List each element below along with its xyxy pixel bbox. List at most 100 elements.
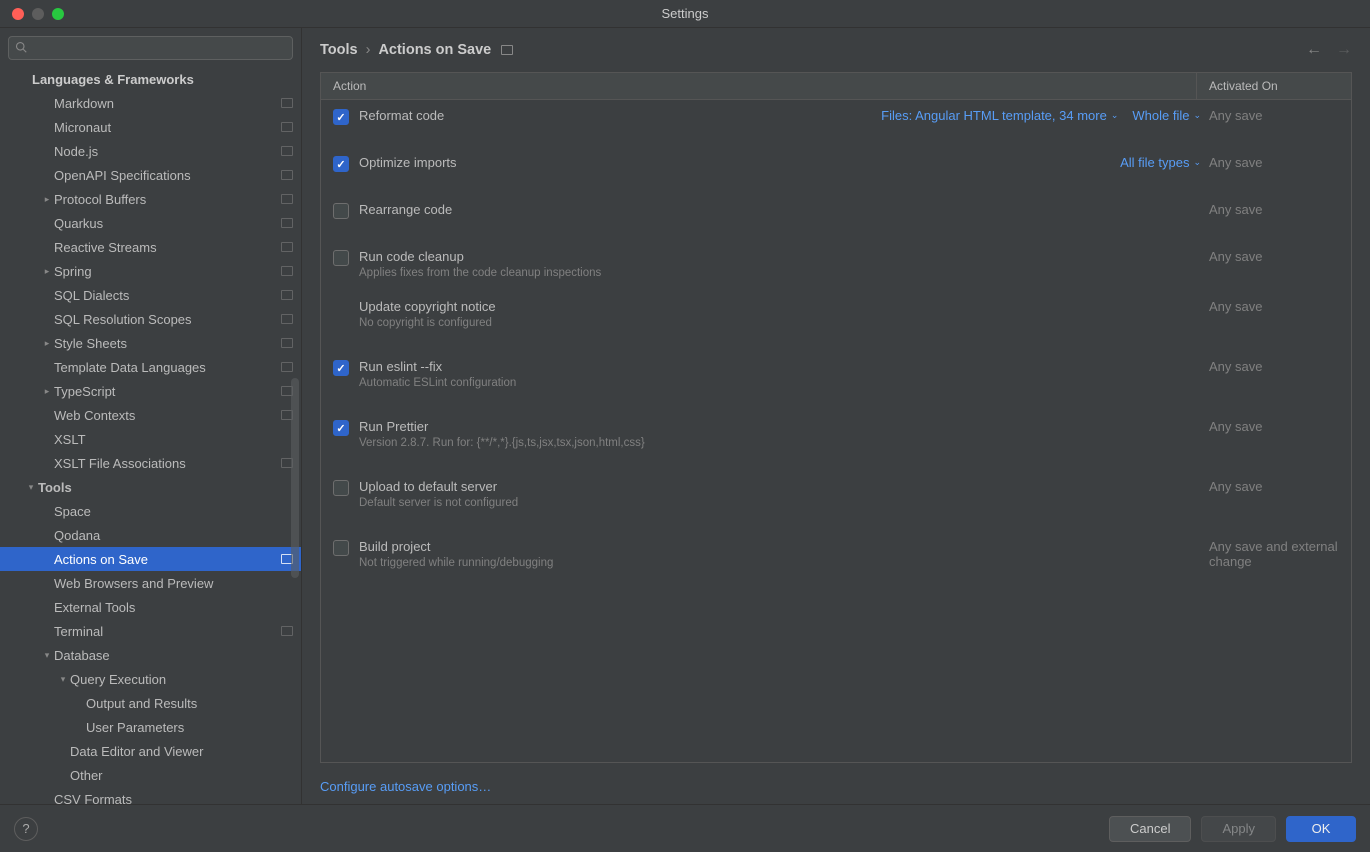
tree-item[interactable]: Actions on Save — [0, 547, 301, 571]
tree-item[interactable]: ▾Query Execution — [0, 667, 301, 691]
zoom-window-button[interactable] — [52, 8, 64, 20]
chevron-right-icon[interactable]: ▸ — [40, 338, 54, 349]
tree-item[interactable]: Node.js — [0, 139, 301, 163]
chevron-right-icon[interactable]: ▸ — [40, 386, 54, 397]
tree-item[interactable]: SQL Dialects — [0, 283, 301, 307]
tree-item[interactable]: SQL Resolution Scopes — [0, 307, 301, 331]
project-scope-icon — [281, 218, 293, 228]
breadcrumb-root[interactable]: Tools — [320, 42, 358, 58]
tree-item[interactable]: ▾Tools — [0, 475, 301, 499]
chevron-right-icon[interactable]: ▸ — [40, 194, 54, 205]
nav-forward-icon: → — [1336, 41, 1352, 59]
tree-item[interactable]: XSLT File Associations — [0, 451, 301, 475]
tree-item[interactable]: Web Browsers and Preview — [0, 571, 301, 595]
tree-item[interactable]: External Tools — [0, 595, 301, 619]
tree-item[interactable]: Space — [0, 499, 301, 523]
actions-table: Action Activated On Reformat codeFiles: … — [320, 72, 1352, 763]
tree-item[interactable]: ▸Style Sheets — [0, 331, 301, 355]
tree-item[interactable]: ▸Protocol Buffers — [0, 187, 301, 211]
chevron-down-icon: ⌄ — [1111, 110, 1119, 121]
breadcrumb-separator: › — [366, 42, 371, 58]
tree-item[interactable]: OpenAPI Specifications — [0, 163, 301, 187]
tree-item[interactable]: Quarkus — [0, 211, 301, 235]
project-scope-icon — [281, 338, 293, 348]
action-checkbox[interactable] — [333, 250, 349, 266]
tree-item-label: XSLT — [54, 432, 293, 447]
tree-item-label: SQL Resolution Scopes — [54, 312, 277, 327]
action-label: Optimize imports — [359, 155, 1120, 170]
tree-item-label: Tools — [38, 480, 293, 495]
close-window-button[interactable] — [12, 8, 24, 20]
action-label: Run code cleanup — [359, 249, 1209, 264]
project-scope-icon — [281, 626, 293, 636]
column-action: Action — [321, 73, 1196, 99]
nav-back-icon[interactable]: ← — [1306, 41, 1322, 59]
tree-item[interactable]: ▸TypeScript — [0, 379, 301, 403]
tree-item[interactable]: Template Data Languages — [0, 355, 301, 379]
action-checkbox[interactable] — [333, 420, 349, 436]
tree-item[interactable]: User Parameters — [0, 715, 301, 739]
configure-autosave-link[interactable]: Configure autosave options… — [320, 779, 491, 794]
search-field[interactable] — [8, 36, 293, 60]
action-label: Rearrange code — [359, 202, 1209, 217]
table-row: Update copyright noticeNo copyright is c… — [321, 291, 1351, 337]
tree-item-label: Qodana — [54, 528, 293, 543]
tree-item[interactable]: Reactive Streams — [0, 235, 301, 259]
action-option-dropdown[interactable]: Whole file⌄ — [1132, 108, 1201, 123]
tree-item-label: Data Editor and Viewer — [70, 744, 293, 759]
tree-item-label: Spring — [54, 264, 277, 279]
tree-item-label: Other — [70, 768, 293, 783]
tree-item[interactable]: Qodana — [0, 523, 301, 547]
tree-item[interactable]: Other — [0, 763, 301, 787]
action-checkbox[interactable] — [333, 360, 349, 376]
search-icon — [15, 41, 27, 56]
chevron-down-icon[interactable]: ▾ — [24, 482, 38, 493]
tree-item[interactable]: XSLT — [0, 427, 301, 451]
action-checkbox[interactable] — [333, 203, 349, 219]
tree-item-label: Micronaut — [54, 120, 277, 135]
tree-item[interactable]: CSV Formats — [0, 787, 301, 804]
action-option-dropdown[interactable]: Files: Angular HTML template, 34 more⌄ — [881, 108, 1118, 123]
tree-item[interactable]: Data Editor and Viewer — [0, 739, 301, 763]
breadcrumb-leaf: Actions on Save — [378, 42, 491, 58]
tree-item-label: XSLT File Associations — [54, 456, 277, 471]
action-checkbox[interactable] — [333, 109, 349, 125]
action-option-dropdown[interactable]: All file types⌄ — [1120, 155, 1201, 170]
tree-item[interactable]: ▾Database — [0, 643, 301, 667]
minimize-window-button[interactable] — [32, 8, 44, 20]
tree-item[interactable]: Output and Results — [0, 691, 301, 715]
action-checkbox[interactable] — [333, 156, 349, 172]
chevron-right-icon[interactable]: ▸ — [40, 266, 54, 277]
tree-item-label: Web Contexts — [54, 408, 277, 423]
tree-item[interactable]: Markdown — [0, 91, 301, 115]
tree-item[interactable]: Terminal — [0, 619, 301, 643]
project-scope-icon — [501, 45, 513, 55]
action-label: Reformat code — [359, 108, 881, 123]
tree-item[interactable]: Micronaut — [0, 115, 301, 139]
settings-sidebar: Languages & FrameworksMarkdownMicronautN… — [0, 28, 302, 804]
tree-item[interactable]: ▸Spring — [0, 259, 301, 283]
ok-button[interactable]: OK — [1286, 816, 1356, 842]
project-scope-icon — [281, 98, 293, 108]
tree-item[interactable]: Web Contexts — [0, 403, 301, 427]
activated-on-value: Any save — [1209, 155, 1339, 170]
project-scope-icon — [281, 266, 293, 276]
action-description: Automatic ESLint configuration — [359, 377, 1209, 389]
action-label: Run eslint --fix — [359, 359, 1209, 374]
action-label: Upload to default server — [359, 479, 1209, 494]
action-checkbox[interactable] — [333, 540, 349, 556]
tree-item-label: Terminal — [54, 624, 277, 639]
cancel-button[interactable]: Cancel — [1109, 816, 1191, 842]
tree-item-label: Markdown — [54, 96, 277, 111]
activated-on-value: Any save — [1209, 202, 1339, 217]
chevron-down-icon[interactable]: ▾ — [56, 674, 70, 685]
help-button[interactable]: ? — [14, 817, 38, 841]
search-input[interactable] — [31, 41, 286, 55]
sidebar-scrollbar[interactable] — [291, 378, 299, 578]
action-checkbox[interactable] — [333, 480, 349, 496]
settings-tree[interactable]: Languages & FrameworksMarkdownMicronautN… — [0, 68, 301, 804]
tree-item-label: Protocol Buffers — [54, 192, 277, 207]
table-header: Action Activated On — [321, 73, 1351, 100]
table-row: Run code cleanupApplies fixes from the c… — [321, 241, 1351, 287]
chevron-down-icon[interactable]: ▾ — [40, 650, 54, 661]
